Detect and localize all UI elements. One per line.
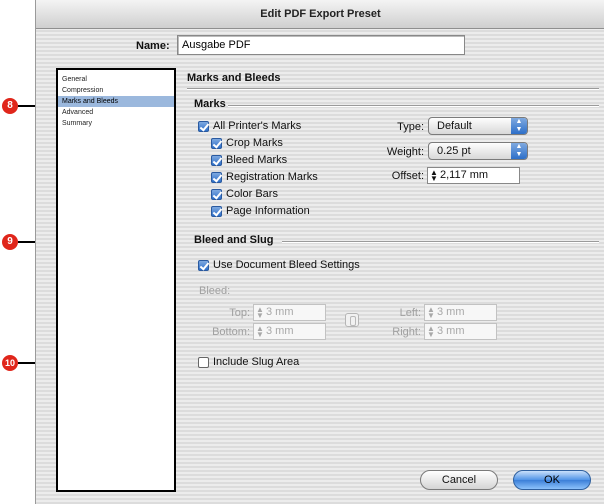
include-slug-label: Include Slug Area xyxy=(213,356,300,368)
sidebar-item-advanced[interactable]: Advanced xyxy=(58,107,174,118)
color-bars-label: Color Bars xyxy=(226,188,278,200)
left-field[interactable]: ▲ ▼ 3 mm xyxy=(424,304,497,321)
weight-popup[interactable]: 0.25 pt ▲ ▼ xyxy=(428,142,528,160)
cancel-button[interactable]: Cancel xyxy=(420,470,498,490)
checkbox-check-icon xyxy=(211,137,222,149)
checkbox-check-icon xyxy=(198,120,209,132)
popup-arrows-icon: ▲ ▼ xyxy=(511,143,527,159)
sidebar-item-summary[interactable]: Summary xyxy=(58,118,174,129)
right-label: Right: xyxy=(392,326,421,338)
crop-marks-label: Crop Marks xyxy=(226,137,283,149)
top-field[interactable]: ▲ ▼ 3 mm xyxy=(253,304,326,321)
all-printers-marks-label: All Printer's Marks xyxy=(213,120,302,132)
bleed-slug-group-line xyxy=(282,241,599,243)
checkbox-empty-icon xyxy=(198,356,209,368)
marks-group-line xyxy=(228,105,599,107)
all-printers-marks-checkbox[interactable]: All Printer's Marks xyxy=(198,120,301,132)
checkbox-check-icon xyxy=(198,259,209,271)
right-field[interactable]: ▲ ▼ 3 mm xyxy=(424,323,497,340)
sidebar-item-compression[interactable]: Compression xyxy=(58,85,174,96)
bottom-value: 3 mm xyxy=(266,325,294,337)
bleed-slug-group-title: Bleed and Slug xyxy=(194,234,274,246)
callout-9-marker: 9 xyxy=(2,234,18,250)
page-information-label: Page Information xyxy=(226,205,310,217)
type-value: Default xyxy=(437,120,472,132)
weight-label: Weight: xyxy=(386,146,424,158)
offset-label: Offset: xyxy=(391,170,424,182)
popup-arrows-icon: ▲ ▼ xyxy=(511,118,527,134)
callout-8-marker: 8 xyxy=(2,98,18,114)
bleed-marks-label: Bleed Marks xyxy=(226,154,288,166)
checkbox-check-icon xyxy=(211,205,222,217)
panel-title: Marks and Bleeds xyxy=(187,72,281,84)
stepper-icon[interactable]: ▲ ▼ xyxy=(256,305,264,319)
registration-marks-label: Registration Marks xyxy=(226,171,318,183)
right-value: 3 mm xyxy=(437,325,465,337)
include-slug-checkbox[interactable]: Include Slug Area xyxy=(198,356,299,368)
name-input[interactable] xyxy=(177,35,465,55)
left-label: Left: xyxy=(399,307,421,319)
callout-10-marker: 10 xyxy=(2,355,18,371)
dialog-window: Edit PDF Export Preset Name: General Com… xyxy=(35,0,604,504)
sidebar-item-marks-and-bleeds[interactable]: Marks and Bleeds xyxy=(58,96,174,107)
bottom-field[interactable]: ▲ ▼ 3 mm xyxy=(253,323,326,340)
checkbox-check-icon xyxy=(211,171,222,183)
type-popup[interactable]: Default ▲ ▼ xyxy=(428,117,528,135)
type-label: Type: xyxy=(397,121,424,133)
use-document-bleed-label: Use Document Bleed Settings xyxy=(213,259,360,271)
bottom-label: Bottom: xyxy=(212,326,250,338)
checkbox-check-icon xyxy=(211,154,222,166)
stepper-icon[interactable]: ▲ ▼ xyxy=(430,168,438,182)
top-label: Top: xyxy=(229,307,250,319)
link-chain-icon[interactable] xyxy=(345,313,359,327)
category-list[interactable]: General Compression Marks and Bleeds Adv… xyxy=(56,68,176,492)
ok-button[interactable]: OK xyxy=(513,470,591,490)
registration-marks-checkbox[interactable]: Registration Marks xyxy=(211,171,318,183)
stepper-icon[interactable]: ▲ ▼ xyxy=(427,324,435,338)
offset-value: 2,117 mm xyxy=(440,169,489,181)
use-document-bleed-checkbox[interactable]: Use Document Bleed Settings xyxy=(198,259,360,271)
top-value: 3 mm xyxy=(266,306,294,318)
offset-field[interactable]: ▲ ▼ 2,117 mm xyxy=(427,167,520,184)
left-value: 3 mm xyxy=(437,306,465,318)
weight-value: 0.25 pt xyxy=(437,145,471,157)
checkbox-check-icon xyxy=(211,188,222,200)
window-title: Edit PDF Export Preset xyxy=(36,0,604,29)
page-information-checkbox[interactable]: Page Information xyxy=(211,205,310,217)
panel-divider xyxy=(187,88,599,90)
name-label: Name: xyxy=(136,40,170,52)
stepper-icon[interactable]: ▲ ▼ xyxy=(427,305,435,319)
color-bars-checkbox[interactable]: Color Bars xyxy=(211,188,278,200)
marks-group-title: Marks xyxy=(194,98,226,110)
bleed-label: Bleed: xyxy=(199,285,231,297)
stepper-icon[interactable]: ▲ ▼ xyxy=(256,324,264,338)
crop-marks-checkbox[interactable]: Crop Marks xyxy=(211,137,283,149)
sidebar-item-general[interactable]: General xyxy=(58,74,174,85)
bleed-marks-checkbox[interactable]: Bleed Marks xyxy=(211,154,287,166)
